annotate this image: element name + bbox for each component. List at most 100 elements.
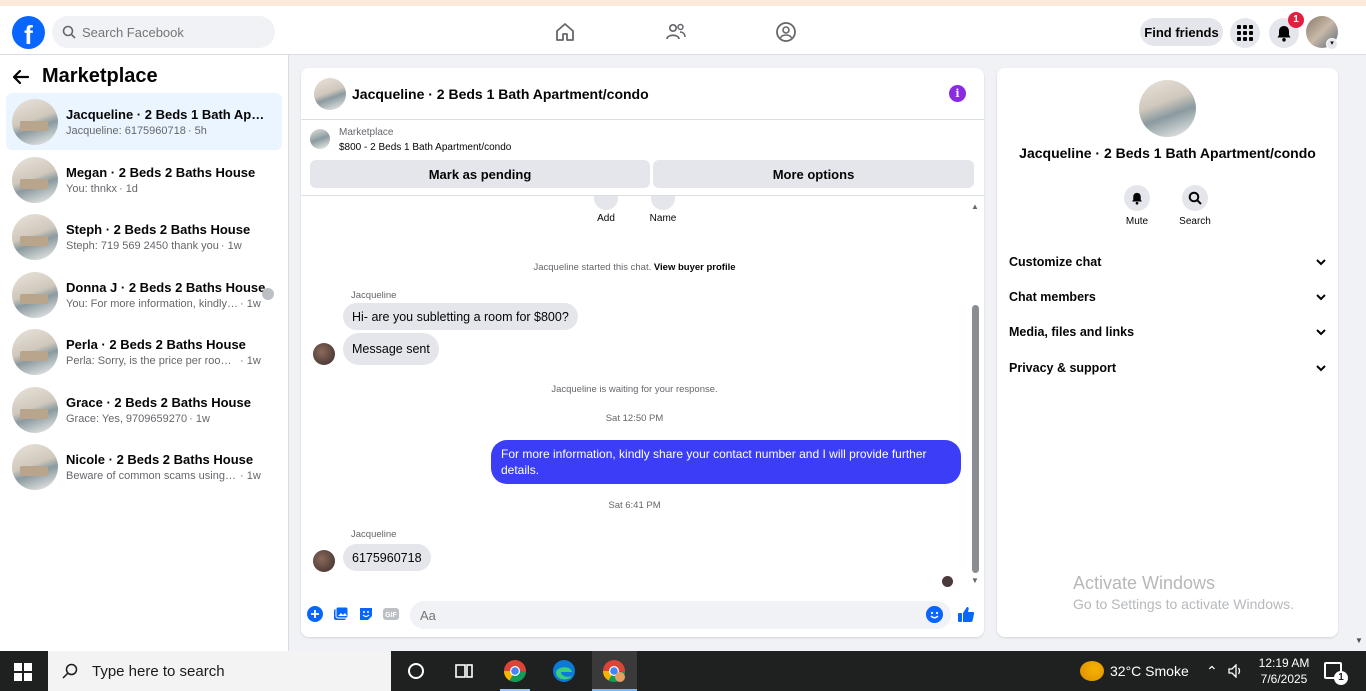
more-options-button[interactable]: More options — [653, 160, 974, 188]
conversation-name: Nicole · 2 Beds 2 Baths House — [66, 451, 254, 467]
back-arrow-icon[interactable] — [12, 69, 30, 85]
listing-avatar[interactable] — [1139, 80, 1196, 137]
scroll-up-arrow[interactable]: ▲ — [971, 202, 979, 211]
search-input[interactable] — [82, 24, 262, 40]
chevron-down-icon — [1316, 293, 1326, 300]
conversation-time: · 1w — [240, 297, 261, 310]
incoming-message[interactable]: Message sent — [343, 333, 439, 365]
incoming-message[interactable]: Hi- are you subletting a room for $800? — [343, 303, 578, 330]
conversation-item[interactable]: Perla · 2 Beds 2 Baths House Perla: Sorr… — [6, 323, 282, 380]
facebook-logo-icon[interactable]: f — [12, 16, 45, 49]
message-input[interactable] — [410, 601, 951, 629]
sender-avatar[interactable] — [313, 343, 335, 365]
task-view-icon[interactable] — [452, 659, 476, 683]
find-friends-button[interactable]: Find friends — [1140, 18, 1223, 46]
message-thread[interactable]: Add Name Jacqueline started this chat. V… — [301, 196, 984, 596]
taskbar-search-box[interactable]: Type here to search — [48, 651, 391, 691]
name-label: Name — [649, 213, 677, 224]
scroll-down-arrow[interactable]: ▼ — [971, 576, 979, 585]
menu-button[interactable] — [1230, 18, 1260, 48]
edge-icon[interactable] — [552, 659, 576, 683]
sticker-icon[interactable] — [358, 606, 374, 622]
chevron-down-icon[interactable]: ▾ — [1326, 38, 1338, 50]
groups-icon[interactable] — [774, 20, 798, 44]
mute-action[interactable]: Mute — [1112, 185, 1162, 227]
home-icon[interactable] — [553, 20, 577, 44]
conversation-preview: Jacqueline: 6175960718 — [66, 124, 186, 137]
info-icon[interactable]: i — [949, 85, 966, 102]
section-label: Privacy & support — [1009, 361, 1116, 375]
conversation-preview: Grace: Yes, 9709659270 — [66, 412, 188, 425]
muted-person-icon — [262, 288, 274, 300]
page-scrollbar[interactable] — [1351, 55, 1366, 651]
action-center-badge: 1 — [1334, 671, 1348, 685]
listing-thumbnail[interactable] — [310, 129, 330, 149]
grid-menu-icon — [1237, 25, 1253, 41]
outgoing-message[interactable]: For more information, kindly share your … — [491, 440, 961, 484]
chevron-down-icon — [1316, 258, 1326, 265]
mark-as-pending-button[interactable]: Mark as pending — [310, 160, 650, 188]
conversation-name: Megan · 2 Beds 2 Baths House — [66, 164, 256, 180]
friends-icon[interactable] — [664, 20, 688, 44]
chat-title[interactable]: Jacqueline · 2 Beds 1 Bath Apartment/con… — [352, 86, 649, 102]
conversation-item[interactable]: Megan · 2 Beds 2 Baths House You: thnkx ·… — [6, 151, 282, 208]
chat-members-section[interactable]: Chat members — [1009, 285, 1326, 309]
search-action[interactable]: Search — [1170, 185, 1220, 227]
listing-thumbnail — [12, 271, 58, 318]
activate-windows-watermark: Activate Windows Go to Settings to activ… — [1073, 573, 1294, 612]
photo-icon[interactable] — [333, 606, 349, 622]
chevron-up-icon[interactable]: ⌃ — [1206, 663, 1218, 680]
notification-badge: 1 — [1288, 12, 1304, 28]
conversation-name: Steph · 2 Beds 2 Baths House — [66, 221, 251, 237]
chat-panel: Jacqueline · 2 Beds 1 Bath Apartment/con… — [301, 68, 984, 637]
thumbs-up-icon[interactable] — [957, 605, 975, 623]
seen-indicator-avatar — [942, 576, 953, 587]
section-label: Media, files and links — [1009, 325, 1135, 339]
conversation-time: · 1w — [240, 354, 261, 367]
chat-started-notice: Jacqueline started this chat. View buyer… — [301, 262, 968, 273]
weather-smoke-icon — [1080, 661, 1104, 681]
sender-avatar[interactable] — [313, 550, 335, 572]
conversation-name: Jacqueline · 2 Beds 1 Bath Apartm... — [66, 106, 266, 122]
add-action[interactable]: Add — [593, 196, 619, 224]
page-title: Marketplace — [42, 65, 158, 87]
chat-thumbnail[interactable] — [314, 77, 346, 110]
cortana-icon[interactable] — [404, 659, 428, 683]
listing-banner: Marketplace $800 - 2 Beds 1 Bath Apartme… — [301, 120, 984, 196]
conversation-time: · 1d — [118, 182, 138, 195]
watermark-subtitle: Go to Settings to activate Windows. — [1073, 596, 1294, 612]
listing-price[interactable]: $800 - 2 Beds 1 Bath Apartment/condo — [339, 142, 511, 153]
emoji-icon[interactable] — [926, 606, 943, 623]
add-person-icon — [594, 196, 618, 210]
gif-icon[interactable]: GIF — [383, 606, 399, 622]
conversation-item[interactable]: Grace · 2 Beds 2 Baths House Grace: Yes,… — [6, 381, 282, 438]
taskbar-clock[interactable]: 12:19 AM 7/6/2025 — [1256, 655, 1312, 687]
weather-widget[interactable]: 32°C Smoke — [1080, 661, 1189, 681]
timestamp-separator: Sat 12:50 PM — [605, 413, 664, 424]
conversation-item[interactable]: Donna J · 2 Beds 2 Baths House You: For … — [6, 266, 282, 323]
media-files-links-section[interactable]: Media, files and links — [1009, 320, 1326, 344]
facebook-search-box[interactable] — [52, 16, 275, 48]
waiting-notice: Jacqueline is waiting for your response. — [551, 384, 718, 395]
view-buyer-profile-link[interactable]: View buyer profile — [654, 262, 736, 273]
page-scroll-down-arrow[interactable]: ▼ — [1355, 636, 1363, 645]
conversation-item[interactable]: Steph · 2 Beds 2 Baths House Steph: 719 … — [6, 208, 282, 265]
incoming-message[interactable]: 6175960718 — [343, 544, 431, 571]
conversation-item[interactable]: Nicole · 2 Beds 2 Baths House Beware of … — [6, 438, 282, 495]
customize-chat-section[interactable]: Customize chat — [1009, 250, 1326, 274]
speaker-icon[interactable] — [1228, 664, 1244, 678]
chevron-down-icon — [1316, 364, 1326, 371]
conversation-item[interactable]: Jacqueline · 2 Beds 1 Bath Apartm... Jac… — [6, 93, 282, 150]
sender-name: Jacqueline — [351, 529, 397, 540]
listing-thumbnail — [12, 328, 58, 375]
privacy-support-section[interactable]: Privacy & support — [1009, 356, 1326, 380]
sidebar-header: Marketplace — [12, 65, 158, 88]
name-action[interactable]: Name — [648, 196, 678, 224]
conversation-preview: You: For more information, kindly s... — [66, 297, 238, 310]
chrome-icon[interactable] — [503, 659, 527, 683]
plus-circle-icon[interactable] — [307, 606, 323, 622]
listing-thumbnail — [12, 156, 58, 203]
chrome-profile-icon[interactable] — [602, 659, 626, 683]
chat-scrollbar-thumb[interactable] — [972, 305, 979, 573]
windows-start-icon[interactable] — [14, 663, 32, 681]
